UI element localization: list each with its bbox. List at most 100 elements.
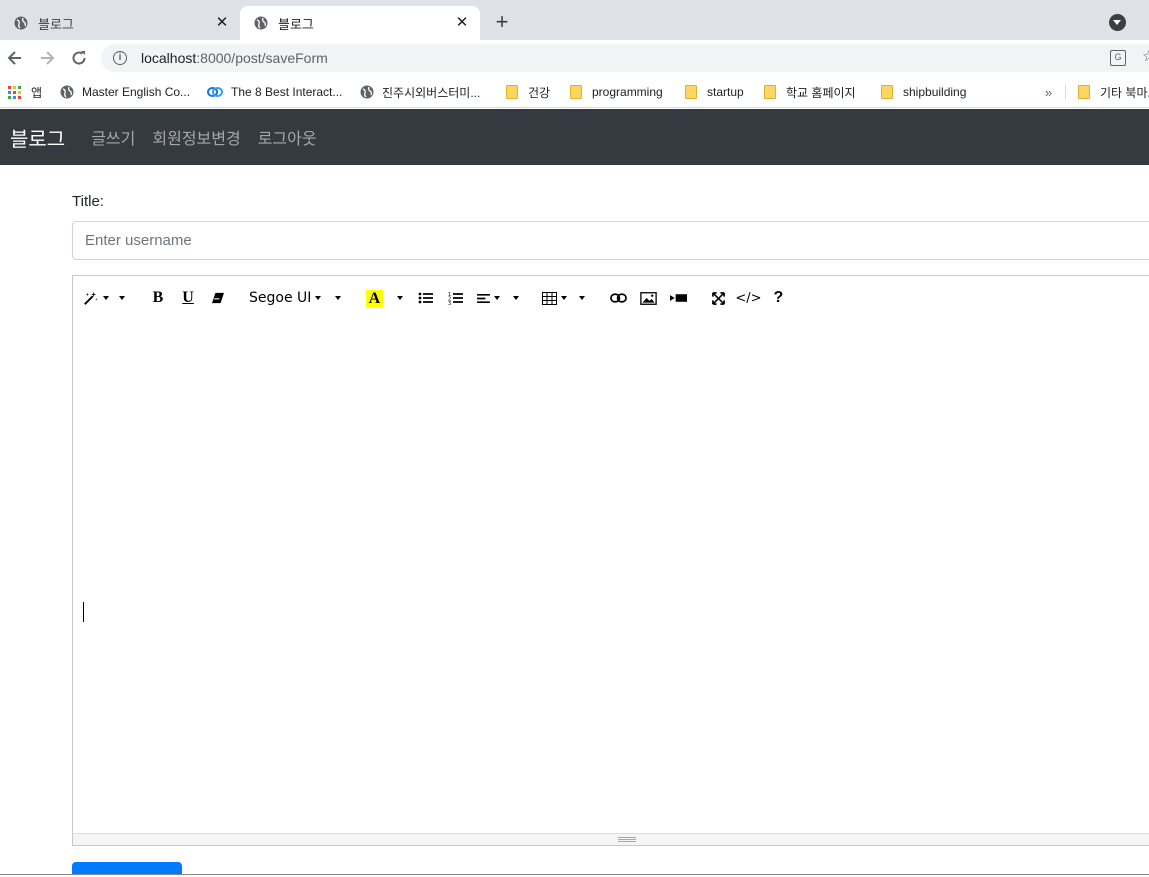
text-cursor	[83, 602, 84, 622]
svg-text:3: 3	[448, 301, 451, 305]
forward-arrow-icon[interactable]	[37, 48, 57, 68]
close-icon[interactable]: ✕	[214, 15, 230, 31]
video-button[interactable]	[665, 285, 691, 311]
folder-icon	[685, 85, 697, 99]
bookmark-label: 건강	[528, 85, 551, 100]
bookmark-folder[interactable]: 건강	[506, 81, 550, 103]
bookmark-item[interactable]: The 8 Best Interact...	[207, 81, 342, 103]
nav-link-logout[interactable]: 로그아웃	[258, 125, 317, 149]
chevron-down-icon	[119, 296, 125, 300]
unordered-list-button[interactable]	[413, 285, 439, 311]
link-icon	[610, 293, 627, 303]
height-dropdown-toggle[interactable]	[507, 285, 521, 311]
video-icon	[669, 294, 687, 302]
globe-icon	[254, 16, 268, 30]
style-magic-wand-button[interactable]	[83, 285, 109, 311]
info-icon[interactable]: i	[113, 51, 127, 65]
browser-tab-1[interactable]: 블로그 ✕	[0, 6, 240, 40]
close-icon[interactable]: ✕	[454, 15, 470, 31]
insert-dropdown-toggle[interactable]	[573, 285, 587, 311]
bookmarks-bar: 앱 Master English Co... The 8 Best Intera…	[0, 76, 1149, 108]
eraser-icon	[212, 292, 224, 304]
link-icon	[207, 87, 223, 97]
folder-icon	[881, 85, 893, 99]
bookmark-folder[interactable]: shipbuilding	[881, 81, 966, 103]
fore-color-letter: A	[365, 289, 384, 307]
tab-title: 블로그	[38, 16, 74, 32]
font-name: Segoe UI	[249, 290, 312, 306]
color-dropdown-toggle[interactable]	[391, 285, 405, 311]
title-label: Title:	[72, 193, 104, 210]
bookmark-label: Master English Co...	[82, 85, 191, 99]
chevron-down-icon	[493, 296, 500, 300]
title-input[interactable]	[72, 221, 1149, 260]
clear-format-button[interactable]	[205, 285, 231, 311]
paragraph-align-button[interactable]	[473, 285, 503, 311]
navbar-brand[interactable]: 블로그	[10, 123, 65, 152]
back-arrow-icon[interactable]	[5, 48, 25, 68]
summernote-editor: B U Segoe UI A 123 </> ?	[72, 275, 1149, 846]
url-path: :8000/post/saveForm	[196, 50, 328, 66]
underline-button[interactable]: U	[175, 285, 201, 311]
translate-icon[interactable]: G	[1110, 50, 1126, 66]
bookmark-item[interactable]: Master English Co...	[60, 81, 190, 103]
align-left-icon	[476, 293, 490, 303]
bookmark-folder[interactable]: 학교 홈페이지	[764, 81, 856, 103]
bookmark-label: startup	[707, 85, 744, 99]
address-bar[interactable]: i localhost:8000/post/saveForm	[101, 44, 1149, 72]
fullscreen-button[interactable]	[705, 285, 731, 311]
folder-icon	[764, 85, 776, 99]
nav-link-user-info[interactable]: 회원정보변경	[152, 125, 240, 149]
apps-grid-icon	[8, 85, 21, 99]
help-button[interactable]: ?	[765, 285, 791, 311]
chevron-down-icon	[397, 296, 404, 300]
url-text: localhost:8000/post/saveForm	[141, 50, 328, 66]
bookmark-label: The 8 Best Interact...	[231, 85, 343, 99]
tab-title: 블로그	[278, 16, 314, 32]
nav-link-write[interactable]: 글쓰기	[91, 125, 135, 149]
table-button[interactable]	[539, 285, 569, 311]
editor-content-area[interactable]	[73, 320, 1149, 835]
fore-color-button[interactable]: A	[361, 285, 387, 311]
chevron-down-icon	[103, 296, 109, 300]
star-icon[interactable]: ☆	[1142, 47, 1149, 65]
browser-tab-2[interactable]: 블로그 ✕	[240, 6, 480, 40]
bold-button[interactable]: B	[145, 285, 171, 311]
globe-icon	[360, 85, 374, 99]
list-number-icon: 123	[448, 292, 464, 305]
globe-icon	[14, 16, 28, 30]
resize-handle-icon[interactable]	[618, 837, 636, 842]
chevron-down-icon	[579, 296, 586, 300]
picture-button[interactable]	[635, 285, 661, 311]
style-dropdown-toggle[interactable]	[113, 285, 127, 311]
ordered-list-button[interactable]: 123	[443, 285, 469, 311]
more-bookmarks-button[interactable]: »	[1045, 85, 1052, 100]
font-family-dropdown[interactable]: Segoe UI	[245, 285, 325, 311]
chevron-down-icon	[513, 296, 520, 300]
editor-toolbar: B U Segoe UI A 123 </> ?	[73, 276, 1149, 320]
bookmark-label: 기타 북마크	[1100, 85, 1149, 100]
bookmark-label: 앱	[31, 85, 43, 100]
bookmark-folder[interactable]: programming	[570, 81, 663, 103]
other-bookmarks-folder[interactable]: 기타 북마크	[1078, 81, 1149, 103]
bookmark-label: shipbuilding	[903, 85, 967, 99]
font-size-dropdown[interactable]	[329, 285, 343, 311]
chevron-down-icon	[315, 296, 322, 300]
folder-icon	[570, 85, 582, 99]
image-icon	[640, 291, 657, 305]
browser-toolbar: i localhost:8000/post/saveForm	[0, 40, 1149, 76]
bookmark-apps[interactable]: 앱	[8, 81, 42, 103]
new-tab-button[interactable]: +	[490, 10, 514, 34]
bookmark-label: 학교 홈페이지	[786, 85, 856, 100]
folder-icon	[506, 85, 518, 99]
bookmark-folder[interactable]: startup	[685, 81, 744, 103]
link-button[interactable]	[605, 285, 631, 311]
globe-icon	[60, 85, 74, 99]
reload-icon[interactable]	[69, 48, 89, 68]
bookmark-item[interactable]: 진주시외버스터미...	[360, 81, 480, 103]
code-view-button[interactable]: </>	[735, 285, 761, 311]
url-host: localhost	[141, 50, 197, 66]
magic-wand-icon	[84, 291, 98, 305]
tab-search-icon[interactable]	[1109, 14, 1126, 31]
chevron-down-icon	[335, 296, 342, 300]
